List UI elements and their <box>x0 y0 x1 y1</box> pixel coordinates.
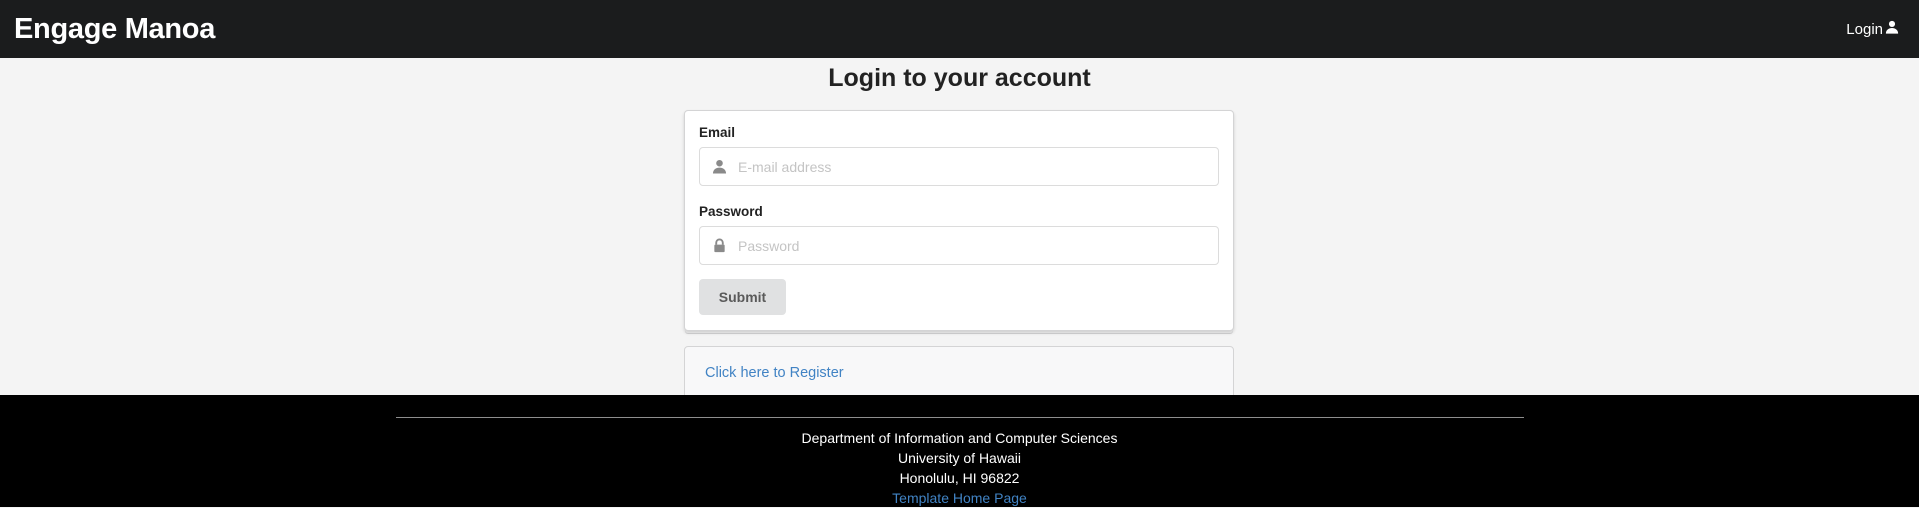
submit-button[interactable]: Submit <box>699 279 786 315</box>
page-title: Login to your account <box>828 64 1091 92</box>
template-home-link[interactable]: Template Home Page <box>892 490 1027 506</box>
footer-department: Department of Information and Computer S… <box>801 430 1118 446</box>
password-label: Password <box>699 204 763 219</box>
footer: Department of Information and Computer S… <box>0 395 1919 507</box>
login-menu-label: Login <box>1846 20 1883 38</box>
register-link[interactable]: Click here to Register <box>705 365 844 381</box>
user-icon <box>1885 20 1899 38</box>
register-message: Click here to Register <box>684 346 1234 400</box>
password-field[interactable] <box>699 226 1219 265</box>
brand-logo[interactable]: Engage Manoa <box>14 13 215 46</box>
email-label: Email <box>699 125 736 140</box>
email-field[interactable] <box>699 147 1219 186</box>
footer-info: Department of Information and Computer S… <box>0 428 1919 508</box>
login-form: Email Password Submit <box>684 110 1234 331</box>
footer-address: Honolulu, HI 96822 <box>899 470 1020 486</box>
password-input[interactable] <box>700 227 1218 264</box>
footer-divider <box>396 417 1524 418</box>
email-input[interactable] <box>700 148 1218 185</box>
login-menu[interactable]: Login <box>1846 20 1899 38</box>
top-navbar: Engage Manoa Login <box>0 0 1919 58</box>
footer-university: University of Hawaii <box>898 450 1021 466</box>
